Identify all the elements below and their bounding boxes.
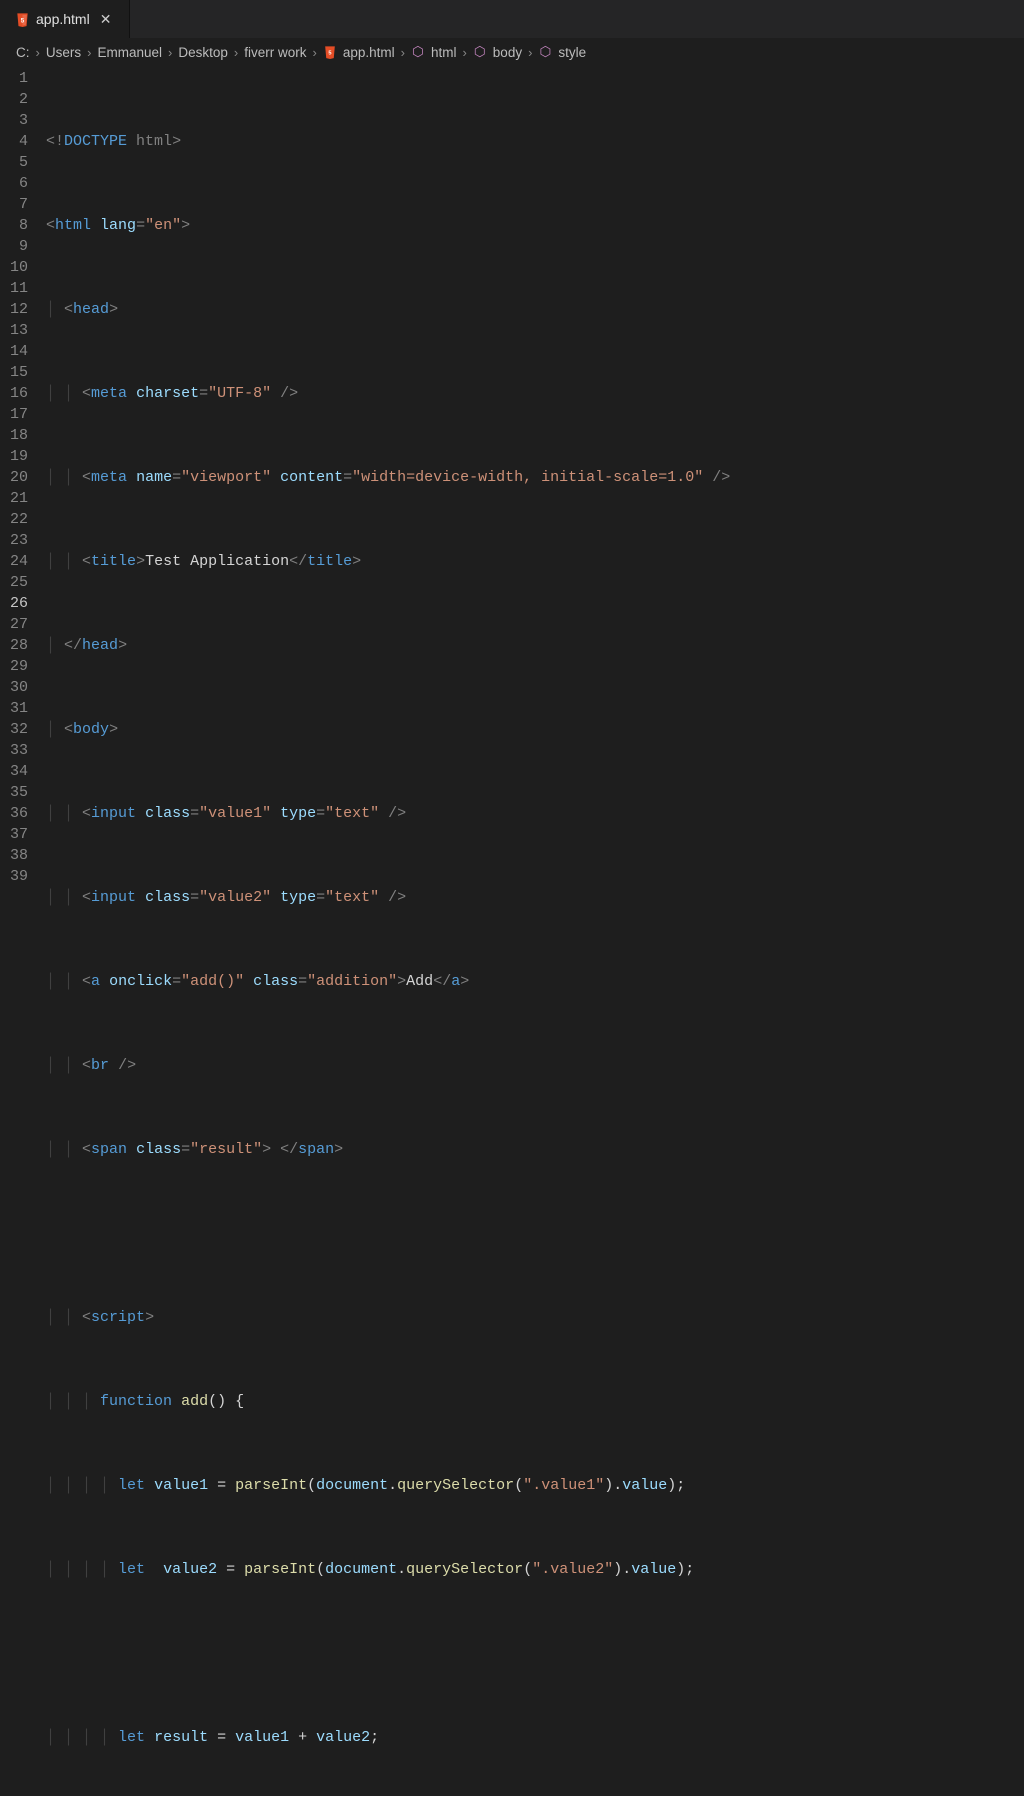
chevron-right-icon: › [462,45,466,60]
code-line[interactable]: │ │ <br /> [46,1055,1024,1076]
symbol-icon: ⬡ [473,44,487,60]
chevron-right-icon: › [87,45,91,60]
chevron-right-icon: › [36,45,40,60]
code-line[interactable] [46,1643,1024,1664]
code-line[interactable]: │ │ │ function add() { [46,1391,1024,1412]
code-line[interactable]: │ │ │ │ let value1 = parseInt(document.q… [46,1475,1024,1496]
code-line[interactable]: │ │ <a onclick="add()" class="addition">… [46,971,1024,992]
breadcrumb: C: › Users › Emmanuel › Desktop › fiverr wor… [0,38,1024,66]
chevron-right-icon: › [312,45,316,60]
chevron-right-icon: › [168,45,172,60]
code-line[interactable]: <!DOCTYPE html> [46,131,1024,152]
code-line[interactable]: │ │ <meta name="viewport" content="width… [46,467,1024,488]
breadcrumb-item[interactable]: C: [16,45,30,60]
code-line[interactable]: │ │ <meta charset="UTF-8" /> [46,383,1024,404]
line-numbers-gutter: 1234567891011121314151617181920212223242… [0,66,46,889]
code-line[interactable]: │ │ <span class="result"> </span> [46,1139,1024,1160]
breadcrumb-item[interactable]: Desktop [178,45,228,60]
breadcrumb-item[interactable]: fiverr work [244,45,306,60]
breadcrumb-item[interactable]: Users [46,45,81,60]
code-line[interactable]: │ │ <input class="value1" type="text" /> [46,803,1024,824]
code-line[interactable]: │ │ <script> [46,1307,1024,1328]
svg-text:5: 5 [328,51,331,57]
code-line[interactable] [46,1223,1024,1244]
breadcrumb-item[interactable]: body [493,45,522,60]
code-line[interactable]: │ │ <title>Test Application</title> [46,551,1024,572]
chevron-right-icon: › [234,45,238,60]
code-line[interactable]: │ │ │ │ let value2 = parseInt(document.q… [46,1559,1024,1580]
code-editor[interactable]: 1234567891011121314151617181920212223242… [0,66,1024,1796]
code-line[interactable]: │ <body> [46,719,1024,740]
code-line[interactable]: │ <head> [46,299,1024,320]
breadcrumb-item[interactable]: html [431,45,457,60]
tab-bar: 5 app.html ✕ [0,0,1024,38]
code-line[interactable]: <html lang="en"> [46,215,1024,236]
tab-title: app.html [36,11,90,27]
breadcrumb-item[interactable]: Emmanuel [97,45,162,60]
breadcrumb-item[interactable]: style [558,45,586,60]
close-tab-icon[interactable]: ✕ [96,9,116,30]
editor-tab[interactable]: 5 app.html ✕ [0,0,130,38]
symbol-icon: ⬡ [411,44,425,60]
html-file-icon: 5 [14,11,30,27]
chevron-right-icon: › [401,45,405,60]
code-line[interactable]: │ │ │ │ let result = value1 + value2; [46,1727,1024,1748]
code-content[interactable]: <!DOCTYPE html> <html lang="en"> │ <head… [46,66,1024,1796]
symbol-icon: ⬡ [538,44,552,60]
code-line[interactable]: │ </head> [46,635,1024,656]
chevron-right-icon: › [528,45,532,60]
html-file-icon: 5 [323,45,337,59]
breadcrumb-item[interactable]: app.html [343,45,395,60]
